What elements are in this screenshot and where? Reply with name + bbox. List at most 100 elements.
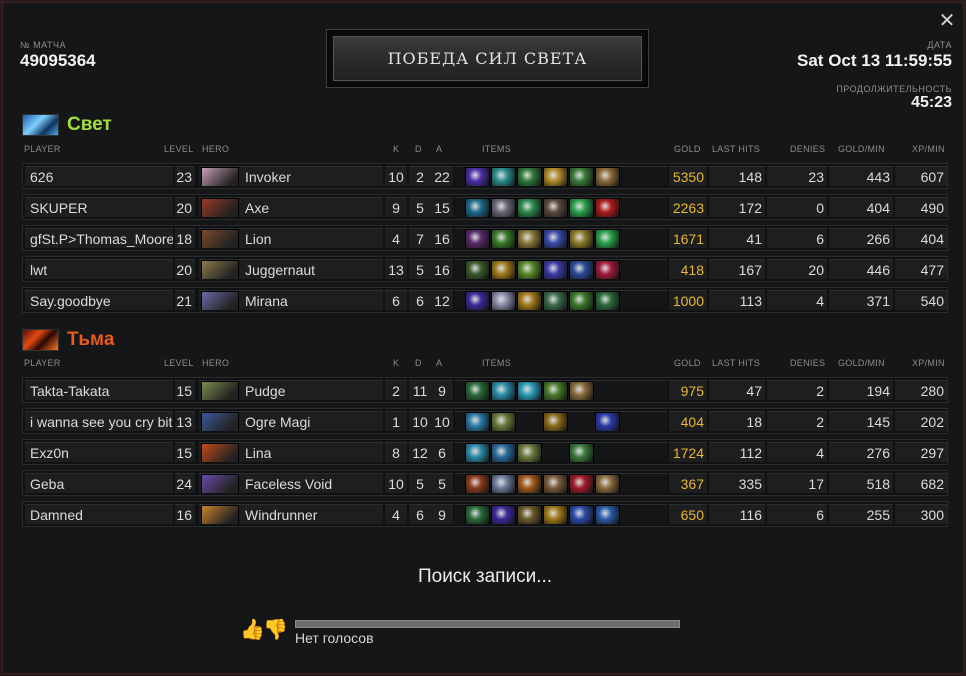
item-icon[interactable] <box>517 381 542 400</box>
hero-cell[interactable]: Lina <box>199 442 383 462</box>
item-icon[interactable] <box>569 260 594 279</box>
player-row[interactable]: lwt 20 13 5 16 418 167 20 446 477 Juggernaut <box>22 256 948 282</box>
item-icon[interactable] <box>465 167 490 186</box>
hero-portrait-icon[interactable] <box>201 443 239 462</box>
item-icon[interactable] <box>543 229 568 248</box>
item-icon[interactable] <box>543 505 568 524</box>
item-icon[interactable] <box>543 412 568 431</box>
item-icon[interactable] <box>491 474 516 493</box>
item-icon[interactable] <box>465 260 490 279</box>
thumbs-up-icon[interactable]: 👍 <box>240 618 265 642</box>
hero-portrait-icon[interactable] <box>201 291 239 310</box>
player-row[interactable]: 626 23 10 2 22 5350 148 23 443 607 Invoker <box>22 163 948 189</box>
item-icon[interactable] <box>465 291 490 310</box>
item-icon[interactable] <box>543 167 568 186</box>
item-icon[interactable] <box>517 229 542 248</box>
item-icon[interactable] <box>491 505 516 524</box>
item-icon[interactable] <box>465 474 490 493</box>
item-icon[interactable] <box>543 474 568 493</box>
item-icon[interactable] <box>465 198 490 217</box>
item-icon[interactable] <box>491 198 516 217</box>
player-row[interactable]: Say.goodbye 21 6 6 12 1000 113 4 371 540 Mirana <box>22 287 948 313</box>
item-icon[interactable] <box>569 229 594 248</box>
hero-cell[interactable]: Axe <box>199 197 383 217</box>
player-row[interactable]: Takta-Takata 15 2 11 9 975 47 2 194 280 Pudge <box>22 377 948 403</box>
item-icon[interactable] <box>491 381 516 400</box>
player-row[interactable]: gfSt.P>Thomas_Moore 18 4 7 16 1671 41 6 266 404 Li… <box>22 225 948 251</box>
player-row[interactable]: SKUPER 20 9 5 15 2263 172 0 404 490 Axe <box>22 194 948 220</box>
column-header-d: D <box>415 358 422 368</box>
item-icon[interactable] <box>595 412 620 431</box>
hero-portrait-icon[interactable] <box>201 167 239 186</box>
hero-portrait-icon[interactable] <box>201 229 239 248</box>
thumbs-down-icon[interactable]: 👎 <box>263 618 288 642</box>
item-icon[interactable] <box>569 198 594 217</box>
item-icon[interactable] <box>517 167 542 186</box>
item-icon[interactable] <box>517 260 542 279</box>
gold: 975 <box>669 380 707 400</box>
assists: 15 <box>431 197 453 217</box>
item-icon[interactable] <box>465 443 490 462</box>
hero-cell[interactable]: Windrunner <box>199 504 383 524</box>
player-row[interactable]: i wanna see you cry bitch 13 1 10 10 404 18 2 14… <box>22 408 948 434</box>
item-icon[interactable] <box>595 198 620 217</box>
hero-portrait-icon[interactable] <box>201 381 239 400</box>
player-row[interactable]: Exz0n 15 8 12 6 1724 112 4 276 297 Lina <box>22 439 948 465</box>
item-icon[interactable] <box>465 229 490 248</box>
item-icon[interactable] <box>595 167 620 186</box>
item-icon[interactable] <box>595 474 620 493</box>
hero-cell[interactable]: Faceless Void <box>199 473 383 493</box>
xp-per-min: 202 <box>895 411 947 431</box>
result-banner: ПОБЕДА СИЛ СВЕТА <box>326 29 649 88</box>
hero-cell[interactable]: Mirana <box>199 290 383 310</box>
item-icon[interactable] <box>517 198 542 217</box>
item-icon[interactable] <box>491 443 516 462</box>
hero-cell[interactable]: Ogre Magi <box>199 411 383 431</box>
player-row[interactable]: Damned 16 4 6 9 650 116 6 255 300 Windrunner <box>22 501 948 527</box>
item-icon[interactable] <box>543 198 568 217</box>
item-icon[interactable] <box>517 474 542 493</box>
item-icon[interactable] <box>517 505 542 524</box>
hero-cell[interactable]: Invoker <box>199 166 383 186</box>
item-icon[interactable] <box>595 229 620 248</box>
hero-portrait-icon[interactable] <box>201 412 239 431</box>
item-icon[interactable] <box>595 291 620 310</box>
denies: 6 <box>767 504 827 524</box>
gold-per-min: 443 <box>829 166 893 186</box>
hero-portrait-icon[interactable] <box>201 260 239 279</box>
item-icon[interactable] <box>569 291 594 310</box>
player-row[interactable]: Geba 24 10 5 5 367 335 17 518 682 Faceless Void <box>22 470 948 496</box>
item-icon[interactable] <box>569 474 594 493</box>
item-icon[interactable] <box>595 505 620 524</box>
item-icon[interactable] <box>491 229 516 248</box>
item-icon[interactable] <box>517 443 542 462</box>
items-cell <box>455 504 667 524</box>
hero-portrait-icon[interactable] <box>201 505 239 524</box>
hero-portrait-icon[interactable] <box>201 198 239 217</box>
hero-cell[interactable]: Juggernaut <box>199 259 383 279</box>
item-icon[interactable] <box>595 260 620 279</box>
item-icon[interactable] <box>543 260 568 279</box>
item-icon[interactable] <box>491 167 516 186</box>
close-icon[interactable]: ✕ <box>938 11 956 31</box>
item-icon[interactable] <box>569 443 594 462</box>
item-icon[interactable] <box>517 291 542 310</box>
hero-cell[interactable]: Lion <box>199 228 383 248</box>
hero-cell[interactable]: Pudge <box>199 380 383 400</box>
item-icon[interactable] <box>491 412 516 431</box>
gold-per-min: 266 <box>829 228 893 248</box>
item-icon[interactable] <box>569 505 594 524</box>
item-icon[interactable] <box>491 260 516 279</box>
item-icon[interactable] <box>465 505 490 524</box>
player-name: Damned <box>25 504 173 524</box>
item-icon[interactable] <box>465 381 490 400</box>
hero-portrait-icon[interactable] <box>201 474 239 493</box>
item-icon[interactable] <box>569 381 594 400</box>
item-icon[interactable] <box>465 412 490 431</box>
item-icon[interactable] <box>543 381 568 400</box>
item-icon[interactable] <box>569 167 594 186</box>
item-icon[interactable] <box>491 291 516 310</box>
player-name: Geba <box>25 473 173 493</box>
kills: 1 <box>385 411 407 431</box>
item-icon[interactable] <box>543 291 568 310</box>
